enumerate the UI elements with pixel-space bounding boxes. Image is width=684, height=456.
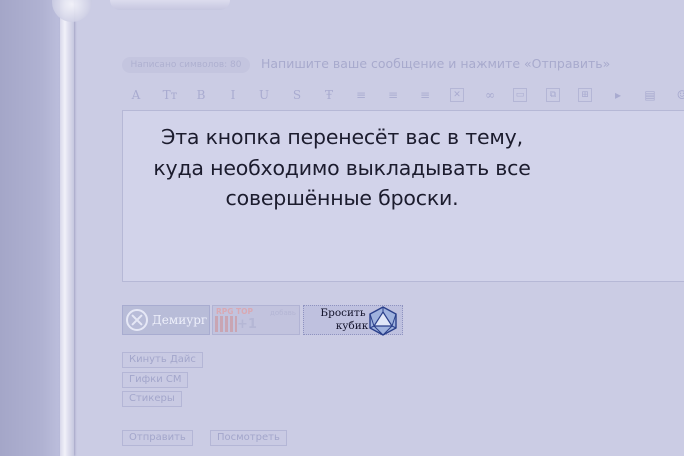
callout-line-1: Эта кнопка перенесёт вас в тему, [161,125,523,149]
demiurg-label: Демиург [152,313,208,327]
font-size-icon[interactable]: Tт [162,86,178,104]
editor-hint: Напишите ваше сообщение и нажмите «Отпра… [261,56,611,71]
frame-border [60,0,74,456]
rpg-votes-label: +1 голос [237,317,279,334]
align-right-icon[interactable]: ≡ [417,86,433,104]
top-ornament [110,0,230,10]
italic-icon[interactable]: I [225,86,241,104]
callout-text: Эта кнопка перенесёт вас в тему, куда не… [122,122,562,214]
align-left-icon[interactable]: ≡ [353,86,369,104]
image-icon[interactable]: ✕ [450,88,464,102]
quote-icon[interactable]: ▭ [513,88,527,102]
char-count-badge: Написано символов: 80 [122,57,250,73]
rpg-add-label: добавь [270,309,296,317]
dice-icon [369,306,397,336]
table-icon[interactable]: ⊞ [578,88,592,102]
smile-icon[interactable]: ☺ [674,86,684,104]
roll-dice-banner-button[interactable]: Бросить кубик [303,305,403,336]
roll-dice-label: Бросить кубик [312,307,374,333]
editor-toolbar: A Tт B I U S Ŧ ≡ ≡ ≡ ✕ ∞ ▭ ⧉ ⊞ ▸ ▤ ☺ [128,86,684,106]
roll-dice-line-2: кубик [335,320,369,332]
gifs-button[interactable]: Гифки СМ [122,372,189,388]
preview-button[interactable]: Посмотреть [210,430,287,446]
rpg-stripes-icon [215,316,237,332]
roll-dice-button[interactable]: Кинуть Дайс [122,352,203,368]
text-format-icon[interactable]: Ŧ [321,86,337,104]
play-icon[interactable]: ▸ [610,86,626,104]
demiurg-logo-icon [126,309,148,331]
lock-icon[interactable]: ▤ [642,86,658,104]
callout-line-2: куда необходимо выкладывать все [153,155,531,180]
strikethrough-icon[interactable]: S [289,86,305,104]
underline-icon[interactable]: U [256,86,272,104]
rpg-top-label: RPG TOP [216,307,254,316]
send-button[interactable]: Отправить [122,430,193,446]
align-center-icon[interactable]: ≡ [385,86,401,104]
stickers-button[interactable]: Стикеры [122,391,182,407]
page-left-background [0,0,60,456]
roll-dice-line-1: Бросить [320,307,366,319]
bold-icon[interactable]: B [193,86,209,104]
callout-line-3: совершённые броски. [225,186,459,210]
rpg-top-banner[interactable]: RPG TOP добавь +1 голос [212,305,300,335]
copy-icon[interactable]: ⧉ [546,88,560,102]
font-color-icon[interactable]: A [128,86,144,104]
demiurg-banner[interactable]: Демиург [122,305,210,335]
link-icon[interactable]: ∞ [482,86,498,104]
